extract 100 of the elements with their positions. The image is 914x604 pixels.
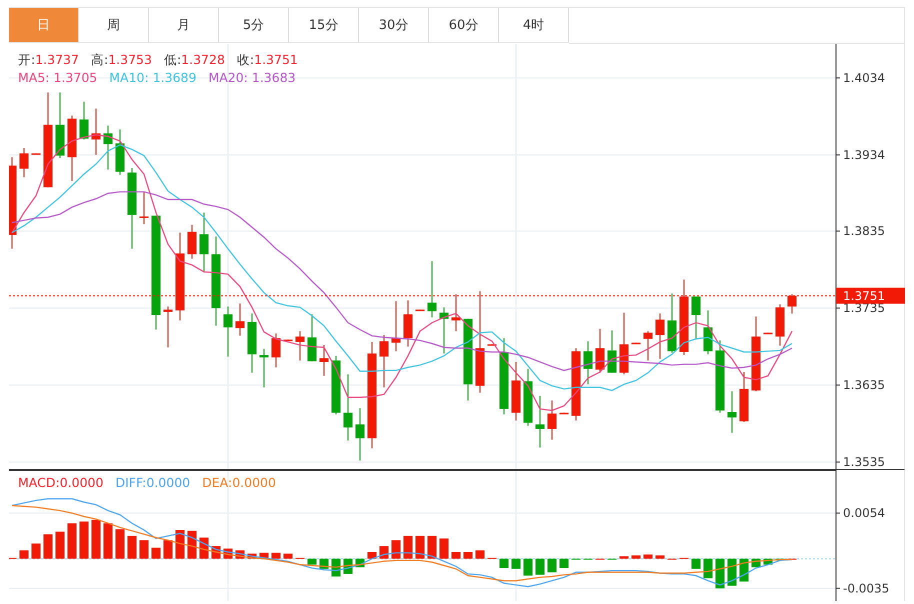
histogram-bar xyxy=(56,532,64,559)
histogram-bar xyxy=(68,523,76,559)
histogram-bar xyxy=(704,558,712,578)
candlestick xyxy=(332,355,340,415)
moving-average-reading: MA20: 1.3683 xyxy=(208,70,296,85)
histogram-bar xyxy=(140,540,148,559)
histogram-bar xyxy=(536,558,544,575)
moving-average-reading: MA5: 1.3705 xyxy=(18,70,98,85)
histogram-bar xyxy=(104,523,112,559)
candlestick xyxy=(560,412,568,414)
candlestick xyxy=(788,294,796,314)
candlestick xyxy=(248,312,256,374)
histogram-bar xyxy=(560,558,568,568)
period-tab[interactable]: 30分 xyxy=(359,8,429,43)
candlestick xyxy=(356,408,364,462)
axis-label: -0.0035 xyxy=(843,581,890,596)
period-tab[interactable]: 周 xyxy=(79,8,149,43)
axis-label: 1.3735 xyxy=(843,301,885,316)
candlestick xyxy=(32,152,40,155)
period-tab[interactable]: 15分 xyxy=(289,8,359,43)
histogram-bar xyxy=(476,550,484,559)
candlestick xyxy=(392,300,400,352)
period-tab[interactable]: 月 xyxy=(149,8,219,43)
candlestick xyxy=(776,304,784,346)
histogram-bar xyxy=(512,558,520,569)
candlestick xyxy=(92,108,100,156)
indicator-reading: DIFF:0.0000 xyxy=(115,475,190,490)
candlestick xyxy=(524,368,532,426)
period-tab[interactable]: 5分 xyxy=(219,8,289,43)
histogram-bar xyxy=(32,544,40,559)
candlestick xyxy=(632,342,640,344)
histogram-bar xyxy=(524,558,532,576)
price-reading: 开:1.3737 xyxy=(18,52,79,69)
histogram-bar xyxy=(284,554,292,559)
candlestick xyxy=(440,306,448,354)
candlestick xyxy=(320,344,328,376)
candlestick xyxy=(308,314,316,362)
axis-label: 1.3934 xyxy=(843,148,885,162)
histogram-bar xyxy=(500,558,508,568)
candlestick xyxy=(548,400,556,440)
candlestick xyxy=(56,92,64,158)
candlestick xyxy=(284,339,292,342)
candlestick xyxy=(68,115,76,182)
histogram-bar xyxy=(308,558,316,565)
candlestick xyxy=(80,101,88,140)
price-reading: 高:1.3753 xyxy=(90,52,152,69)
candlestick xyxy=(224,306,232,358)
candlestick xyxy=(344,374,352,442)
histogram-bar xyxy=(152,548,160,559)
candlestick xyxy=(452,294,460,332)
histogram-bar xyxy=(272,552,280,559)
histogram-bar xyxy=(128,536,136,559)
candlestick xyxy=(404,300,412,348)
candlestick xyxy=(644,330,652,361)
axis-label: 1.3835 xyxy=(843,224,885,238)
histogram-bar xyxy=(452,552,460,559)
histogram-bar xyxy=(368,552,376,559)
histogram-bar xyxy=(92,520,100,559)
histogram-bar xyxy=(248,554,256,559)
moving-average-reading: MA10: 1.3689 xyxy=(109,70,196,85)
candlestick xyxy=(512,361,520,421)
histogram-bar xyxy=(692,558,700,569)
candlestick xyxy=(656,312,664,360)
histogram-bar xyxy=(416,536,424,559)
histogram-bar xyxy=(644,554,652,559)
candlestick xyxy=(236,302,244,336)
histogram-bar xyxy=(620,556,628,559)
candlestick xyxy=(536,395,544,448)
indicator-reading: DEA:0.0000 xyxy=(202,475,276,490)
period-tab[interactable]: 60分 xyxy=(429,8,499,43)
candlestick xyxy=(740,372,748,423)
histogram-bar xyxy=(632,555,640,559)
histogram-bar xyxy=(188,530,196,559)
candlestick xyxy=(668,292,676,354)
histogram-bar xyxy=(548,558,556,572)
histogram-bar xyxy=(716,558,724,588)
candlestick xyxy=(488,344,496,346)
histogram-bar xyxy=(440,538,448,559)
candlestick xyxy=(116,128,124,176)
histogram-bar xyxy=(116,529,124,559)
candlestick xyxy=(704,310,712,355)
histogram-bar xyxy=(656,555,664,559)
axis-label: 1.3635 xyxy=(843,378,885,392)
candlestick xyxy=(416,309,424,312)
candlestick xyxy=(164,306,172,348)
period-tab[interactable]: 4时 xyxy=(499,8,569,43)
candlestick xyxy=(692,296,700,340)
candlestick xyxy=(380,334,388,388)
candlestick xyxy=(608,330,616,374)
axis-label: 1.3535 xyxy=(843,455,885,469)
histogram-bar xyxy=(464,552,472,559)
histogram-bar xyxy=(380,546,388,559)
candlestick xyxy=(428,260,436,318)
candlestick xyxy=(260,348,268,388)
histogram-bar xyxy=(80,522,88,559)
histogram-bar xyxy=(44,534,52,559)
candlestick xyxy=(188,224,196,260)
histogram-bar xyxy=(164,540,172,559)
candlestick xyxy=(200,212,208,272)
candlestick xyxy=(620,312,628,375)
